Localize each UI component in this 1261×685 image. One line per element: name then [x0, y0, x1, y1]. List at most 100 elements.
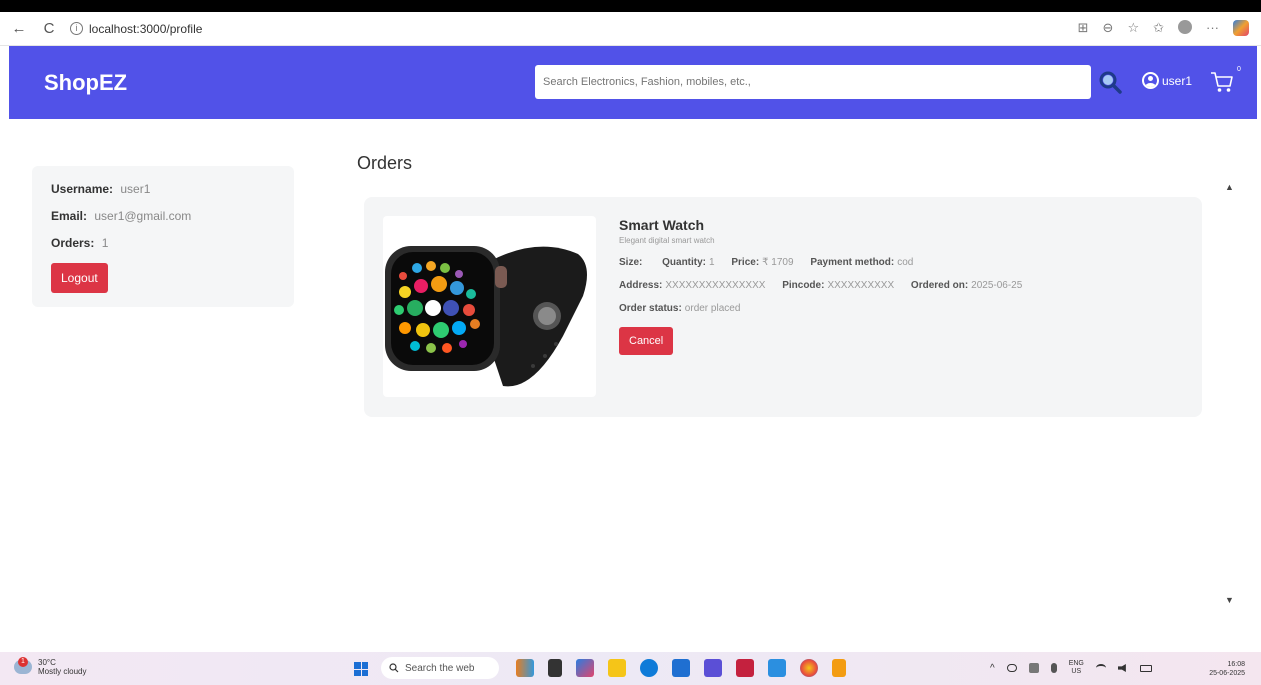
- status-label: Order status:: [619, 303, 682, 314]
- product-image: [383, 216, 596, 397]
- search-bar: [535, 65, 1091, 99]
- payment-field: Payment method: cod: [810, 257, 913, 268]
- order-info-line-1: Size: Quantity: 1 Price: ₹ 1709 Payment me…: [619, 257, 1036, 268]
- order-info-line-2: Address: XXXXXXXXXXXXXXX Pincode: XXXXXXXX…: [619, 280, 1036, 291]
- file-explorer-icon[interactable]: [608, 659, 626, 677]
- quantity-value: 1: [709, 257, 715, 268]
- size-field: Size:: [619, 257, 645, 268]
- cart-icon[interactable]: [1209, 70, 1235, 94]
- user-menu[interactable]: user1: [1142, 72, 1192, 89]
- size-label: Size:: [619, 257, 643, 268]
- browser-toolbar: ← C i localhost:3000/profile ⊞ ⊖ ☆ ✩ ···: [0, 12, 1261, 46]
- zoom-icon[interactable]: ⊖: [1103, 20, 1114, 36]
- ordered-on-value: 2025-06-25: [971, 280, 1023, 291]
- address-bar[interactable]: i localhost:3000/profile: [70, 22, 202, 36]
- copilot-app-icon[interactable]: [576, 659, 594, 677]
- store-app-icon[interactable]: [672, 659, 690, 677]
- logout-button[interactable]: Logout: [51, 263, 108, 293]
- address-label: Address:: [619, 280, 663, 291]
- taskbar-apps: [516, 659, 846, 677]
- taskbar-search-icon: [389, 663, 399, 673]
- widgets-app-icon[interactable]: [516, 659, 534, 677]
- email-label: Email:: [51, 209, 88, 223]
- main-content: Username: user1 Email: user1@gmail.com O…: [9, 119, 1257, 644]
- orders-heading: Orders: [357, 153, 413, 173]
- site-info-icon[interactable]: i: [70, 22, 83, 35]
- windows-taskbar: 1 30°C Mostly cloudy Search the web ^ EN…: [0, 652, 1261, 685]
- back-icon[interactable]: ←: [8, 20, 30, 37]
- email-row: Email: user1@gmail.com: [51, 209, 294, 223]
- wifi-icon[interactable]: [1095, 664, 1106, 672]
- tray-app-icon[interactable]: [1028, 663, 1039, 673]
- quantity-label: Quantity:: [662, 257, 707, 268]
- battery-icon[interactable]: [1139, 664, 1152, 672]
- username-label: Username:: [51, 182, 114, 196]
- task-view-icon[interactable]: [548, 659, 562, 677]
- weather-alert-badge: 1: [18, 657, 28, 667]
- vscode-icon[interactable]: [768, 659, 786, 677]
- username-value: user1: [120, 182, 151, 196]
- order-status-line: Order status: order placed: [619, 303, 1036, 314]
- search-input[interactable]: [535, 76, 1091, 88]
- weather-temp: 30°C: [38, 658, 56, 667]
- clock[interactable]: 16:08 25-06-2025: [1209, 660, 1245, 678]
- chrome-icon[interactable]: [800, 659, 818, 677]
- scroll-up-icon[interactable]: ▲: [1225, 182, 1234, 192]
- edge-browser-icon[interactable]: [640, 659, 658, 677]
- lang-region: US: [1071, 668, 1082, 675]
- price-value: ₹ 1709: [762, 257, 794, 268]
- scroll-down-icon[interactable]: ▼: [1225, 595, 1234, 605]
- split-view-icon[interactable]: ⊞: [1078, 20, 1089, 36]
- favorites-list-icon[interactable]: ✩: [1153, 20, 1164, 36]
- quantity-field: Quantity: 1: [662, 257, 714, 268]
- address-value: XXXXXXXXXXXXXXX: [665, 280, 766, 291]
- order-details: Smart Watch Elegant digital smart watch …: [619, 217, 1036, 355]
- search-icon[interactable]: [1097, 69, 1123, 95]
- pincode-value: XXXXXXXXXX: [827, 280, 895, 291]
- browser-profile-icon[interactable]: [1178, 20, 1192, 34]
- copilot-icon[interactable]: [1233, 20, 1249, 36]
- username-row: Username: user1: [51, 182, 294, 196]
- window-top-edge: [0, 0, 1261, 12]
- antivirus-app-icon[interactable]: [736, 659, 754, 677]
- pincode-field: Pincode: XXXXXXXXXX: [782, 280, 894, 291]
- refresh-icon[interactable]: C: [38, 20, 60, 37]
- weather-widget[interactable]: 1 30°C Mostly cloudy: [14, 657, 87, 676]
- profile-card: Username: user1 Email: user1@gmail.com O…: [32, 166, 294, 307]
- price-label: Price:: [731, 257, 760, 268]
- address-field: Address: XXXXXXXXXXXXXXX: [619, 280, 765, 291]
- clock-time: 16:08: [1227, 661, 1245, 668]
- clock-date: 25-06-2025: [1209, 670, 1245, 677]
- favorite-icon[interactable]: ☆: [1127, 20, 1139, 36]
- payment-value: cod: [897, 257, 914, 268]
- start-icon[interactable]: [354, 662, 368, 676]
- orders-count-row: Orders: 1: [51, 236, 294, 250]
- misc-app-icon[interactable]: [832, 659, 846, 677]
- status-field: Order status: order placed: [619, 303, 740, 314]
- tray-overflow-icon[interactable]: ^: [990, 663, 995, 674]
- email-value: user1@gmail.com: [94, 209, 192, 223]
- taskbar-search-text: Search the web: [405, 662, 475, 674]
- taskbar-search[interactable]: Search the web: [381, 657, 499, 679]
- cancel-order-button[interactable]: Cancel: [619, 327, 674, 355]
- orders-count: 1: [101, 236, 109, 250]
- user-icon: [1142, 72, 1159, 89]
- product-description: Elegant digital smart watch: [619, 236, 715, 245]
- microphone-icon[interactable]: [1050, 663, 1057, 673]
- brand-logo[interactable]: ShopEZ: [44, 70, 127, 96]
- editor-app-icon[interactable]: [704, 659, 722, 677]
- url-text: localhost:3000/profile: [89, 21, 203, 36]
- cloud-icon: 1: [14, 657, 32, 674]
- language-indicator[interactable]: ENG US: [1069, 660, 1084, 676]
- volume-icon[interactable]: [1117, 664, 1126, 672]
- payment-label: Payment method:: [810, 257, 895, 268]
- smart-watch-image: [385, 246, 587, 387]
- lang-code: ENG: [1068, 660, 1084, 667]
- weather-desc: Mostly cloudy: [38, 667, 87, 676]
- orders-label: Orders:: [51, 236, 95, 250]
- price-field: Price: ₹ 1709: [731, 257, 793, 268]
- ordered-on-label: Ordered on:: [910, 280, 969, 291]
- onedrive-icon[interactable]: [1006, 664, 1017, 672]
- more-icon[interactable]: ···: [1206, 20, 1219, 36]
- product-name: Smart Watch: [619, 217, 705, 233]
